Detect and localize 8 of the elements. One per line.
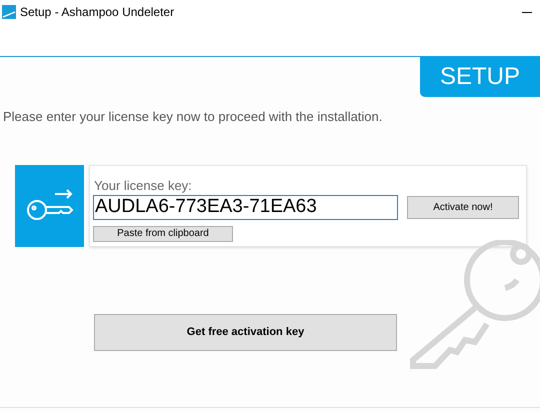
instruction-text: Please enter your license key now to proceed with the installation. [3, 108, 384, 126]
paste-button[interactable]: Paste from clipboard [93, 226, 233, 242]
free-key-button[interactable]: Get free activation key [94, 314, 397, 350]
window-title: Setup - Ashampoo Undeleter [20, 4, 174, 21]
setup-badge: SETUP [420, 56, 540, 97]
license-label: Your license key: [94, 176, 193, 195]
license-key-field[interactable]: AUDLA6-773EA3-71EA63 [93, 195, 398, 220]
activate-button[interactable]: Activate now! [407, 196, 519, 219]
